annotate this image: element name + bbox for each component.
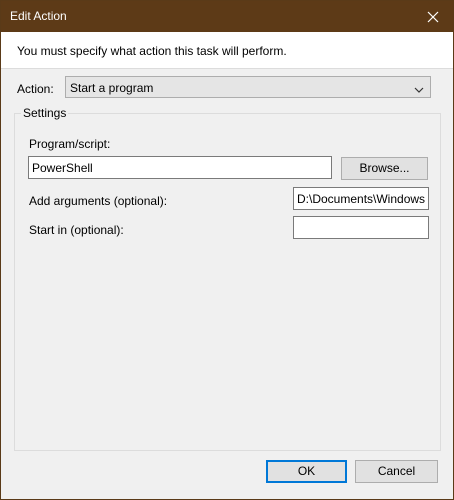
edit-action-dialog: Edit Action You must specify what action… bbox=[0, 0, 454, 500]
title-bar[interactable]: Edit Action bbox=[1, 1, 453, 32]
program-script-label: Program/script: bbox=[29, 137, 111, 151]
close-icon bbox=[427, 11, 439, 23]
settings-legend: Settings bbox=[21, 106, 69, 120]
action-label: Action: bbox=[17, 82, 54, 96]
ok-button[interactable]: OK bbox=[266, 460, 347, 483]
instruction-area: You must specify what action this task w… bbox=[1, 32, 453, 69]
program-script-input[interactable]: PowerShell bbox=[28, 156, 332, 179]
start-in-label: Start in (optional): bbox=[29, 223, 124, 237]
window-title: Edit Action bbox=[10, 9, 67, 23]
cancel-button[interactable]: Cancel bbox=[355, 460, 438, 483]
start-in-input[interactable] bbox=[293, 216, 429, 239]
add-arguments-label: Add arguments (optional): bbox=[29, 194, 168, 208]
browse-button[interactable]: Browse... bbox=[341, 157, 428, 180]
add-arguments-value: D:\Documents\Windows bbox=[297, 192, 426, 206]
action-dropdown[interactable]: Start a program bbox=[65, 76, 431, 98]
instruction-text: You must specify what action this task w… bbox=[17, 44, 287, 58]
program-script-value: PowerShell bbox=[32, 161, 93, 175]
chevron-down-icon bbox=[414, 83, 424, 97]
add-arguments-input[interactable]: D:\Documents\Windows bbox=[293, 187, 429, 210]
action-selected-value: Start a program bbox=[70, 81, 154, 95]
close-button[interactable] bbox=[413, 1, 453, 32]
